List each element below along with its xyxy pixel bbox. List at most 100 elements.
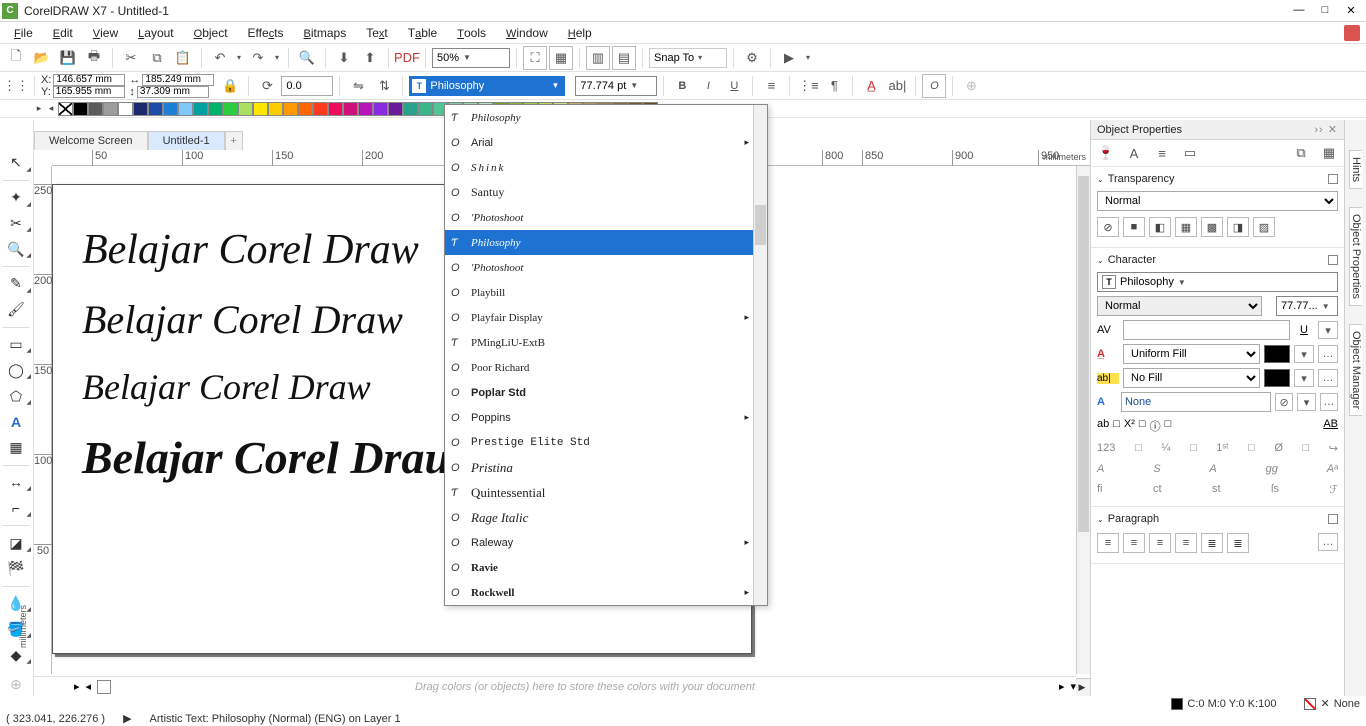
font-list-item[interactable]: OPoppins▸ — [445, 405, 753, 430]
document-palette[interactable]: ▸ ◂ Drag colors (or objects) here to sto… — [34, 676, 1076, 696]
font-list-item[interactable]: OPlayfair Display▸ — [445, 305, 753, 330]
palette-menu-icon[interactable]: ▸ — [74, 680, 80, 693]
zoom-tool[interactable]: 🔍◢ — [0, 238, 32, 260]
palette-menu-icon[interactable]: ▸ — [34, 102, 44, 116]
polygon-tool[interactable]: ⬠◢ — [0, 385, 32, 407]
bullets-button[interactable]: ⋮≡ — [796, 74, 820, 98]
panel-title-bar[interactable]: Object Properties›› ✕ — [1091, 120, 1344, 140]
connector-tool[interactable]: ⌐◢ — [0, 497, 32, 519]
paste-button[interactable]: 📋 — [171, 46, 195, 70]
ellipse-tool[interactable]: ◯◢ — [0, 359, 32, 381]
fill-swatch[interactable] — [1171, 698, 1183, 710]
char-format-button[interactable]: A̲ — [859, 74, 883, 98]
align-right-button[interactable]: ≡ — [1175, 533, 1197, 553]
drop-shadow-tool[interactable]: ◪◢ — [0, 532, 32, 554]
underline-button[interactable]: U — [722, 74, 746, 98]
color-swatch[interactable] — [298, 102, 313, 116]
color-swatch[interactable] — [178, 102, 193, 116]
subscript-button[interactable]: ab — [1097, 418, 1109, 434]
font-list-item[interactable]: OPlaybill — [445, 280, 753, 305]
align-force-button[interactable]: ≣ — [1227, 533, 1249, 553]
save-button[interactable]: 💾 — [56, 46, 80, 70]
copy-button[interactable]: ⧉ — [145, 46, 169, 70]
font-list-item[interactable]: ORage Italic — [445, 505, 753, 530]
tab-document[interactable]: Untitled-1 — [148, 131, 225, 150]
close-button[interactable]: ✕ — [1342, 4, 1360, 17]
menu-table[interactable]: Table — [398, 24, 447, 42]
no-outline-swatch[interactable]: ⊘ — [1275, 393, 1293, 411]
color-swatch[interactable] — [343, 102, 358, 116]
artistic-text-1[interactable]: Belajar Corel Draw — [82, 226, 419, 274]
tab-welcome[interactable]: Welcome Screen — [34, 131, 148, 150]
palette-expand-icon[interactable]: ▾ — [1070, 680, 1076, 693]
transparency-mode-select[interactable]: Normal — [1097, 191, 1338, 211]
no-align-button[interactable]: ≡ — [1097, 533, 1119, 553]
font-list-item[interactable]: OPoor Richard — [445, 355, 753, 380]
launch-arrow[interactable]: ▾ — [803, 46, 813, 70]
artistic-media-tool[interactable]: 🖌 — [0, 299, 32, 321]
menu-effects[interactable]: Effects — [238, 24, 294, 42]
allcaps-button[interactable]: AB — [1323, 418, 1338, 434]
edit-text-button[interactable]: ab| — [885, 74, 909, 98]
panel-opts2-icon[interactable]: ▦ — [1320, 144, 1338, 162]
color-swatch[interactable] — [223, 102, 238, 116]
minimize-button[interactable]: — — [1290, 4, 1308, 17]
maximize-button[interactable]: □ — [1316, 4, 1334, 17]
color-swatch[interactable] — [373, 102, 388, 116]
color-swatch[interactable] — [193, 102, 208, 116]
mirror-h-button[interactable]: ⇋ — [346, 74, 370, 98]
font-list-item[interactable]: OSantuy — [445, 180, 753, 205]
add-preset-button[interactable]: ⊕ — [959, 74, 983, 98]
mirror-v-button[interactable]: ⇅ — [372, 74, 396, 98]
font-list-item[interactable]: ƬQuintessential — [445, 480, 753, 505]
docker-tab-object-manager[interactable]: Object Manager — [1349, 324, 1362, 416]
undo-button[interactable]: ↶ — [208, 46, 232, 70]
char-bg-select[interactable]: No Fill — [1123, 368, 1260, 388]
height-input[interactable] — [137, 86, 209, 98]
transp-pattern-icon[interactable]: ▦ — [1175, 217, 1197, 237]
text-tool[interactable]: A — [0, 411, 32, 433]
bg-more[interactable]: … — [1318, 369, 1338, 387]
font-list-item[interactable]: ƬPhilosophy — [445, 230, 753, 255]
snap-combo[interactable]: Snap To▾ — [649, 48, 727, 68]
char-fill-select[interactable]: Uniform Fill — [1123, 344, 1260, 364]
options-button[interactable]: ⚙ — [740, 46, 764, 70]
font-list-item[interactable]: OArial▸ — [445, 130, 753, 155]
rotation-input[interactable] — [281, 76, 333, 96]
show-guides-button[interactable]: ▤ — [612, 46, 636, 70]
pick-tool[interactable]: ↖◢ — [0, 152, 32, 174]
artistic-text-4[interactable]: Belajar Corel Drau — [82, 431, 450, 484]
lock-ratio-button[interactable]: 🔒 — [218, 74, 242, 98]
open-button[interactable]: 📂 — [30, 46, 54, 70]
caps-button[interactable]: ⓘ — [1150, 418, 1161, 434]
font-list-item[interactable]: ORockwell▸ — [445, 580, 753, 605]
font-list-item[interactable]: OPristina — [445, 455, 753, 480]
font-list-item[interactable]: ƬPhilosophy — [445, 105, 753, 130]
vertical-scrollbar[interactable] — [1076, 166, 1090, 674]
color-swatch[interactable] — [73, 102, 88, 116]
y-input[interactable] — [53, 86, 125, 98]
align-left-button[interactable]: ≡ — [1123, 533, 1145, 553]
tab-add[interactable]: + — [225, 131, 243, 150]
outline-tab-icon[interactable]: 🍷 — [1097, 144, 1115, 162]
undo-arrow[interactable]: ▾ — [234, 46, 244, 70]
font-list-item[interactable]: ORavie — [445, 555, 753, 580]
font-list-item[interactable]: ƬPMingLiU-ExtB — [445, 330, 753, 355]
font-list-item[interactable]: OShink — [445, 155, 753, 180]
fullscreen-button[interactable]: ⛶ — [523, 46, 547, 70]
menu-tools[interactable]: Tools — [447, 24, 496, 42]
menu-bitmaps[interactable]: Bitmaps — [294, 24, 357, 42]
kerning-input[interactable] — [1123, 320, 1290, 340]
x-input[interactable] — [53, 74, 125, 86]
export-button[interactable]: ⬆ — [358, 46, 382, 70]
palette-left-icon[interactable]: ◂ — [86, 680, 92, 693]
color-swatch[interactable] — [133, 102, 148, 116]
print-button[interactable]: 🖶 — [82, 46, 106, 70]
redo-button[interactable]: ↷ — [246, 46, 270, 70]
menu-view[interactable]: View — [83, 24, 128, 42]
search-content-button[interactable]: 🔍 — [295, 46, 319, 70]
quick-customize-button[interactable]: ⊕ — [0, 674, 32, 696]
user-account-icon[interactable] — [1344, 25, 1360, 41]
dropcap-button[interactable]: ¶ — [822, 74, 846, 98]
font-size-combo[interactable]: 77.774 pt▼ — [575, 76, 657, 96]
